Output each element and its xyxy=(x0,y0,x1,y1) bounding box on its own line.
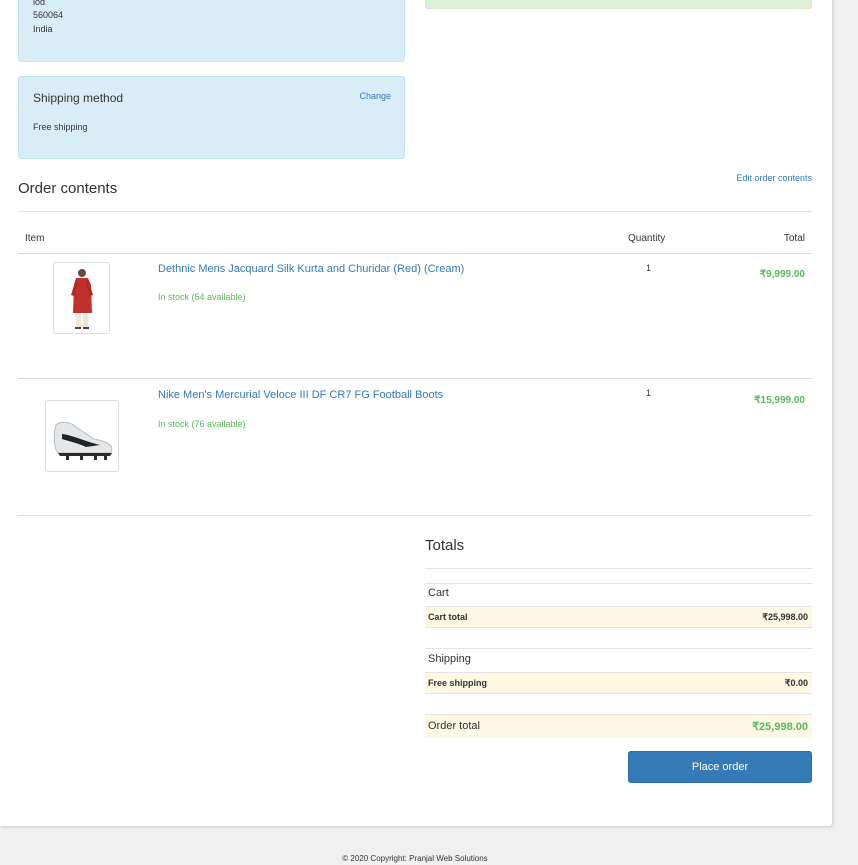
table-row: Dethnic Mens Jacquard Silk Kurta and Chu… xyxy=(18,254,812,378)
column-header-total: Total xyxy=(783,233,805,244)
table-row: Nike Men's Mercurial Veloce III DF CR7 F… xyxy=(18,379,812,515)
football-boot-icon xyxy=(53,421,113,460)
totals-title: Totals xyxy=(425,537,465,554)
order-total-value: ₹25,998.00 xyxy=(752,721,808,733)
shipping-address-panel: lod 560064 India xyxy=(18,0,405,62)
free-shipping-label: Free shipping xyxy=(428,678,488,688)
shipping-method-panel: Shipping method Change Free shipping xyxy=(18,76,405,159)
stock-status: In stock (54 available) xyxy=(158,292,246,302)
divider xyxy=(425,568,812,569)
item-total: ₹9,999.00 xyxy=(759,269,805,280)
item-quantity: 1 xyxy=(646,263,652,273)
address-line-country: India xyxy=(33,24,53,34)
item-quantity: 1 xyxy=(646,388,652,398)
football-boot-product-image[interactable] xyxy=(45,400,119,472)
item-total: ₹15,999.00 xyxy=(754,395,805,406)
divider xyxy=(425,583,812,584)
cart-total-value: ₹25,998.00 xyxy=(762,612,808,622)
change-shipping-link[interactable]: Change xyxy=(359,91,391,101)
footer-copyright: © 2020 Copyright: Pranjal Web Solutions xyxy=(342,854,488,863)
stock-status: In stock (76 available) xyxy=(158,419,246,429)
divider xyxy=(425,648,812,649)
place-order-button[interactable]: Place order xyxy=(628,751,812,783)
kurta-figure-icon xyxy=(71,269,93,329)
cart-group-label: Cart xyxy=(428,587,449,599)
shipping-method-value: Free shipping xyxy=(33,122,88,132)
cart-total-label: Cart total xyxy=(428,612,468,622)
free-shipping-row: Free shipping ₹0.00 xyxy=(425,672,812,694)
cart-total-row: Cart total ₹25,998.00 xyxy=(425,606,812,628)
shipping-method-title: Shipping method xyxy=(33,91,124,105)
column-header-quantity: Quantity xyxy=(628,233,666,244)
order-contents-title: Order contents xyxy=(18,180,118,197)
kurta-product-image[interactable] xyxy=(53,262,110,334)
product-name-link[interactable]: Nike Men's Mercurial Veloce III DF CR7 F… xyxy=(158,389,443,401)
address-line-postcode: 560064 xyxy=(33,10,64,20)
status-alert-panel xyxy=(425,0,812,9)
checkout-page: lod 560064 India Shipping method Change … xyxy=(0,0,832,826)
order-total-row: Order total ₹25,998.00 xyxy=(425,714,812,738)
column-header-item: Item xyxy=(25,233,45,244)
edit-order-contents-link[interactable]: Edit order contents xyxy=(736,173,812,183)
product-name-link[interactable]: Dethnic Mens Jacquard Silk Kurta and Chu… xyxy=(158,263,464,275)
address-line-city: lod xyxy=(33,0,46,7)
shipping-group-label: Shipping xyxy=(428,653,471,665)
divider xyxy=(18,211,812,212)
free-shipping-value: ₹0.00 xyxy=(784,678,808,688)
divider xyxy=(18,515,812,516)
order-total-label: Order total xyxy=(428,720,480,732)
